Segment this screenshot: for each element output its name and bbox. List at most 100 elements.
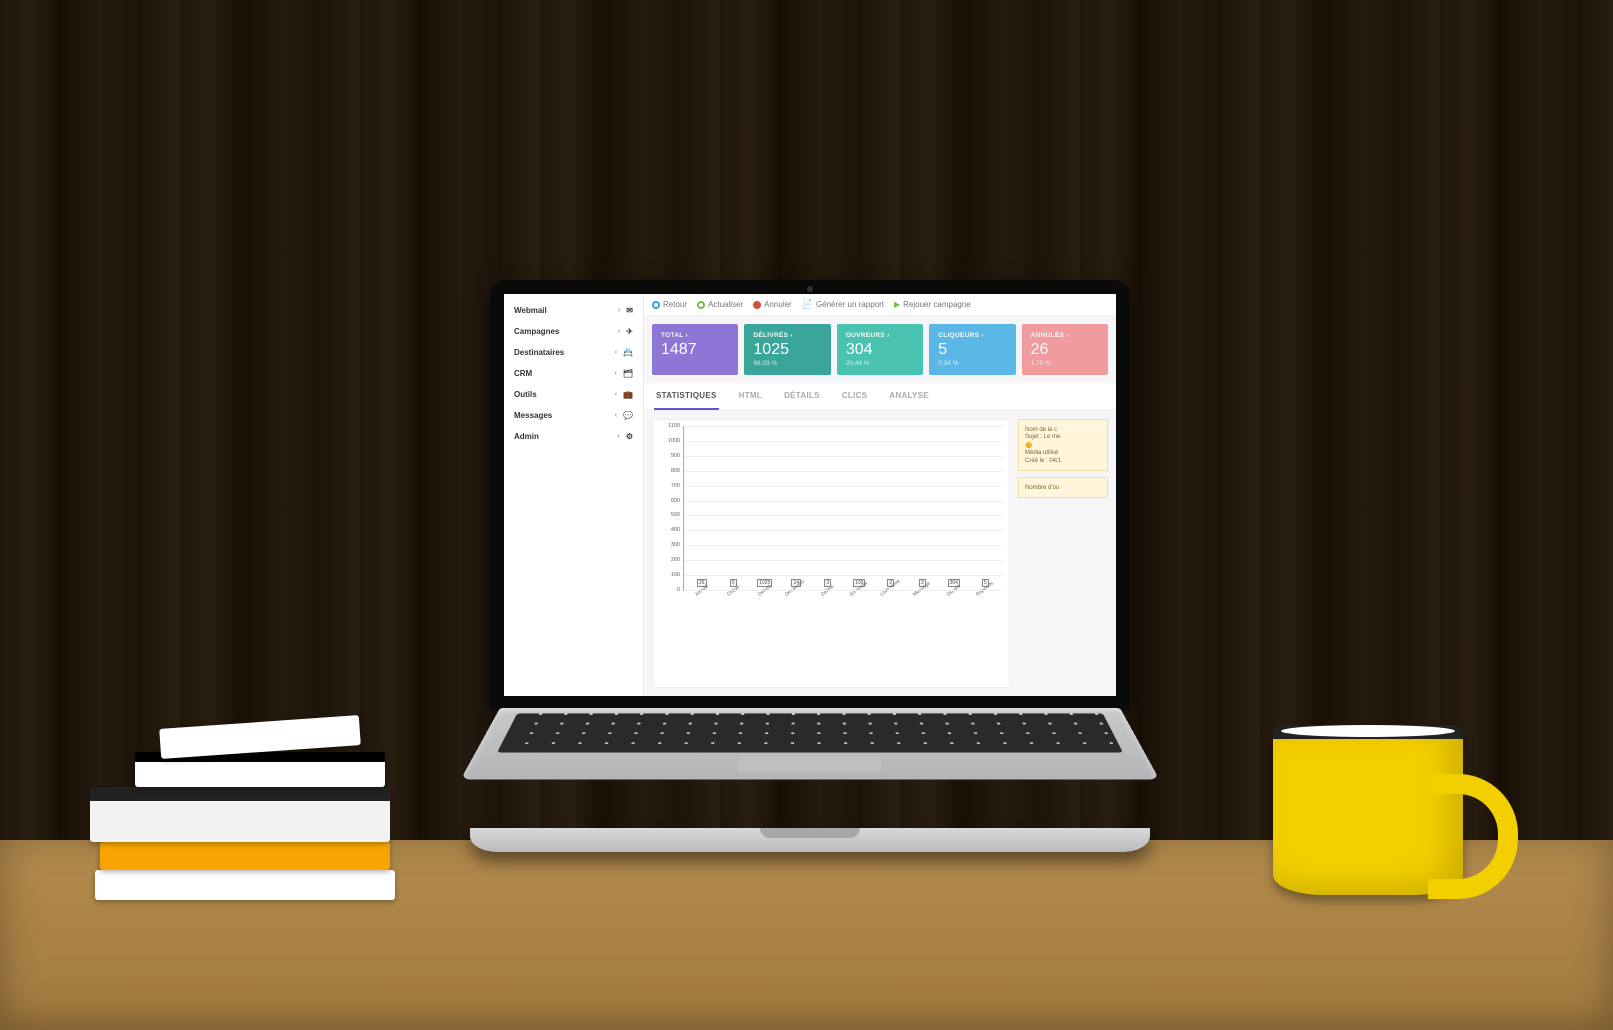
back-label: Retour [663, 300, 687, 309]
card-value: 26 [1031, 341, 1099, 359]
bar-désabonn.: 14Désabonn. [783, 579, 811, 590]
card-title: DÉLIVRÉS › [753, 332, 821, 339]
bar-en erreur: 100En erreur [846, 579, 874, 590]
card-value: 1025 [753, 341, 821, 359]
y-tick: 200 [671, 557, 680, 563]
sidebar-item-label: Webmail [514, 306, 612, 315]
cancel-button[interactable]: Annuler [753, 300, 792, 309]
refresh-button[interactable]: Actualiser [697, 300, 743, 309]
info-row: Sujet : Le me [1025, 434, 1101, 440]
sidebar-item-label: Outils [514, 390, 609, 399]
sidebar-item-icon: 💬 [623, 411, 633, 420]
bar-cliqué: 5Cliqué [720, 579, 748, 590]
info-row: Média utilisé [1025, 450, 1101, 456]
bar-différé: 3Différé [814, 579, 842, 590]
sidebar-item-label: Messages [514, 411, 609, 420]
y-tick: 500 [671, 512, 680, 518]
notebooks-decor [80, 720, 410, 900]
metric-card[interactable]: ANNULÉS › 261,75 % [1022, 324, 1108, 375]
play-icon: ▶ [894, 300, 900, 309]
bar-ouvert: 304Ouvert [940, 579, 968, 590]
card-value: 1487 [661, 341, 729, 359]
sidebar-item-label: Admin [514, 432, 611, 441]
sidebar-item-crm[interactable]: CRM‹🗂 [504, 363, 643, 384]
y-tick: 1000 [668, 438, 680, 444]
y-tick: 0 [677, 587, 680, 593]
sidebar-item-label: Destinataires [514, 348, 609, 357]
y-tick: 100 [671, 572, 680, 578]
refresh-icon [697, 301, 705, 309]
toolbar: Retour Actualiser Annuler 📄 Générer un r… [644, 294, 1116, 316]
tab-statistiques[interactable]: STATISTIQUES [654, 383, 719, 410]
replay-label: Rejouer campagne [903, 300, 971, 309]
chevron-left-icon: ‹ [618, 307, 620, 314]
report-icon: 📄 [802, 299, 813, 310]
sidebar-item-icon: ✉ [626, 306, 633, 315]
sidebar: Webmail‹✉Campagnes‹✈Destinataires‹📇CRM‹🗂… [504, 294, 644, 696]
info-row: 😊 [1025, 442, 1101, 449]
info-row: Nom de la c [1025, 427, 1101, 433]
tab-détails[interactable]: DÉTAILS [782, 383, 822, 410]
tab-html[interactable]: HTML [737, 383, 764, 410]
y-tick: 700 [671, 483, 680, 489]
sidebar-item-icon: 📇 [623, 348, 633, 357]
card-title: ANNULÉS › [1031, 332, 1099, 339]
sidebar-item-label: CRM [514, 369, 609, 378]
tab-clics[interactable]: CLICS [840, 383, 870, 410]
y-tick: 600 [671, 498, 680, 504]
card-value: 5 [938, 341, 1006, 359]
sidebar-item-campagnes[interactable]: Campagnes‹✈ [504, 321, 643, 342]
laptop-mockup: Webmail‹✉Campagnes‹✈Destinataires‹📇CRM‹🗂… [470, 280, 1150, 870]
card-percent: 68,93 % [753, 360, 821, 367]
bar-délivré: 1025Délivré [751, 579, 779, 590]
y-tick: 800 [671, 468, 680, 474]
metric-card[interactable]: DÉLIVRÉS › 102568,93 % [744, 324, 830, 375]
sidebar-item-destinataires[interactable]: Destinataires ‹ 📇 [504, 342, 643, 363]
sidebar-item-label: Campagnes [514, 327, 612, 336]
report-button[interactable]: 📄 Générer un rapport [802, 299, 884, 310]
campaign-info-footer: Nombre d'ou [1018, 477, 1108, 498]
chevron-left-icon: ‹ [615, 391, 617, 398]
bar-rapports: 5Rapports [972, 579, 1000, 590]
mug-decor [1273, 725, 1463, 895]
y-tick: 900 [671, 453, 680, 459]
sidebar-item-messages[interactable]: Messages ‹ 💬 [504, 405, 643, 426]
y-tick: 400 [671, 527, 680, 533]
metric-cards: TOTAL › 1487 DÉLIVRÉS › 102568,93 % OUVREURS… [644, 316, 1116, 383]
tab-analyse[interactable]: ANALYSE [887, 383, 931, 410]
refresh-label: Actualiser [708, 300, 743, 309]
card-value: 304 [846, 341, 914, 359]
y-tick: 300 [671, 542, 680, 548]
sidebar-item-icon: 💼 [623, 390, 633, 399]
bar-chart: 010020030040050060070080090010001100 26A… [683, 426, 1003, 591]
main-area: Retour Actualiser Annuler 📄 Générer un r… [644, 294, 1116, 696]
sidebar-item-icon: 🗂 [623, 369, 633, 378]
chevron-left-icon: ‹ [615, 349, 617, 356]
replay-button[interactable]: ▶ Rejouer campagne [894, 300, 971, 309]
app-screen: Webmail‹✉Campagnes‹✈Destinataires‹📇CRM‹🗂… [504, 294, 1116, 696]
card-title: TOTAL › [661, 332, 729, 339]
back-button[interactable]: Retour [652, 300, 687, 309]
cancel-icon [753, 301, 761, 309]
card-percent: 0,34 % [938, 360, 1006, 367]
cancel-label: Annuler [764, 300, 792, 309]
sidebar-item-admin[interactable]: Admin‹⚙ [504, 426, 643, 447]
chevron-left-icon: ‹ [615, 412, 617, 419]
metric-card[interactable]: OUVREURS ›30420,44 % [837, 324, 923, 375]
bar-liste noire: 2Liste Noire [877, 579, 905, 590]
info-panel: Nom de la cSujet : Le me 😊Média utilisé Cr… [1018, 419, 1108, 688]
tabs: STATISTIQUES HTML DÉTAILS CLICS ANALYSE [644, 383, 1116, 411]
info-row: Créé le : 04/1 [1025, 458, 1101, 464]
sidebar-item-outils[interactable]: Outils ‹ 💼 [504, 384, 643, 405]
metric-card[interactable]: TOTAL › 1487 [652, 324, 738, 375]
sidebar-item-icon: ⚙ [626, 432, 633, 441]
y-tick: 1100 [668, 423, 680, 429]
card-title: CLIQUEURS › [938, 332, 1006, 339]
sidebar-item-webmail[interactable]: Webmail ‹ ✉ [504, 300, 643, 321]
card-percent: 1,75 % [1031, 360, 1099, 367]
metric-card[interactable]: CLIQUEURS › 50,34 % [929, 324, 1015, 375]
card-percent: 20,44 % [846, 360, 914, 367]
chart-panel: 010020030040050060070080090010001100 26A… [652, 419, 1010, 688]
campaign-info: Nom de la cSujet : Le me 😊Média utilisé Cr… [1018, 419, 1108, 471]
chevron-left-icon: ‹ [618, 328, 620, 335]
